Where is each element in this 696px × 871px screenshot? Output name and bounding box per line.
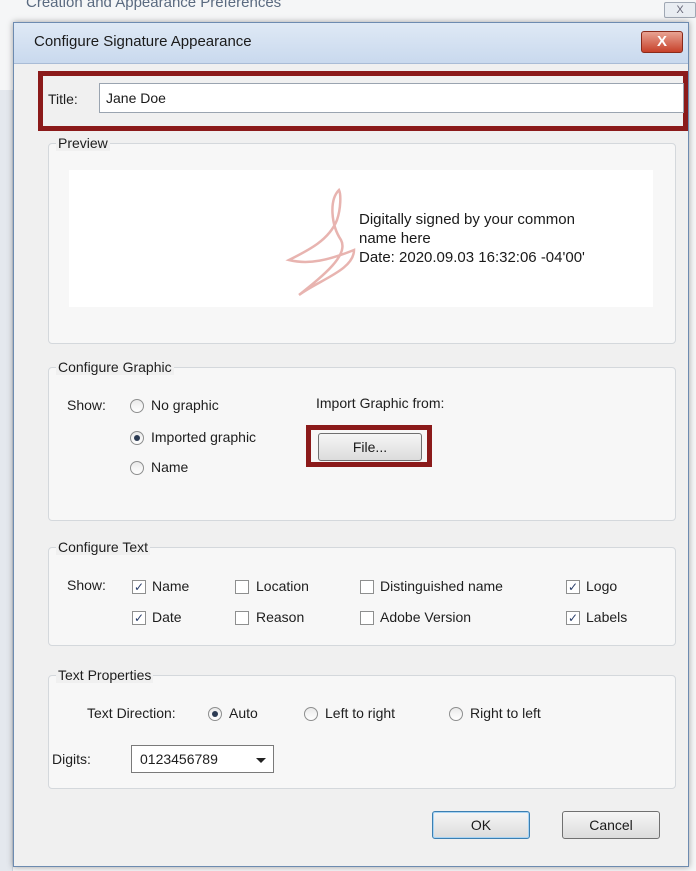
checkbox-location-label[interactable]: Location xyxy=(256,578,309,594)
cancel-button[interactable]: Cancel xyxy=(562,811,660,839)
radio-name-graphic[interactable] xyxy=(130,461,144,475)
radio-no-graphic-label[interactable]: No graphic xyxy=(151,397,219,413)
checkbox-distinguished-name-label[interactable]: Distinguished name xyxy=(380,578,503,594)
radio-name-graphic-label[interactable]: Name xyxy=(151,459,188,475)
preview-line-3: Date: 2020.09.03 16:32:06 -04'00' xyxy=(359,249,585,266)
background-sidebar xyxy=(0,90,13,871)
preview-line-2: name here xyxy=(359,230,431,247)
acrobat-logo-icon xyxy=(285,187,356,297)
close-button[interactable]: X xyxy=(641,31,683,53)
checkbox-labels-label[interactable]: Labels xyxy=(586,609,627,625)
import-graphic-label: Import Graphic from: xyxy=(316,395,445,411)
preview-legend: Preview xyxy=(56,135,110,151)
chevron-down-icon[interactable] xyxy=(256,758,266,763)
checkbox-logo[interactable]: ✓ xyxy=(566,580,580,594)
configure-signature-dialog: Configure Signature Appearance X Title: … xyxy=(13,22,689,867)
radio-direction-ltr-label[interactable]: Left to right xyxy=(325,705,395,721)
digits-select-value: 0123456789 xyxy=(140,751,218,767)
text-direction-label: Text Direction: xyxy=(87,705,176,721)
ok-button[interactable]: OK xyxy=(432,811,530,839)
radio-imported-graphic-label[interactable]: Imported graphic xyxy=(151,429,256,445)
checkbox-date[interactable]: ✓ xyxy=(132,611,146,625)
checkbox-date-label[interactable]: Date xyxy=(152,609,182,625)
checkbox-adobe-version[interactable] xyxy=(360,611,374,625)
digits-select[interactable]: 0123456789 xyxy=(131,745,274,773)
preview-text: Digitally signed by your common name her… xyxy=(359,210,649,267)
checkbox-adobe-version-label[interactable]: Adobe Version xyxy=(380,609,471,625)
radio-direction-ltr[interactable] xyxy=(304,707,318,721)
dialog-title: Configure Signature Appearance xyxy=(34,33,252,50)
checkbox-reason-label[interactable]: Reason xyxy=(256,609,304,625)
close-icon: X xyxy=(656,33,667,50)
text-show-label: Show: xyxy=(67,577,106,593)
radio-no-graphic[interactable] xyxy=(130,399,144,413)
digits-label: Digits: xyxy=(52,751,91,767)
dialog-titlebar[interactable]: Configure Signature Appearance X xyxy=(14,23,688,64)
title-label: Title: xyxy=(48,91,78,107)
graphic-show-label: Show: xyxy=(67,397,106,413)
configure-text-legend: Configure Text xyxy=(56,539,151,555)
checkbox-reason[interactable] xyxy=(235,611,249,625)
configure-graphic-legend: Configure Graphic xyxy=(56,359,174,375)
configure-text-group xyxy=(48,547,676,646)
signature-preview: Digitally signed by your common name her… xyxy=(69,170,653,307)
background-window-title: Creation and Appearance Preferences xyxy=(26,0,282,11)
radio-direction-rtl[interactable] xyxy=(449,707,463,721)
checkbox-location[interactable] xyxy=(235,580,249,594)
preview-line-1: Digitally signed by your common xyxy=(359,211,575,228)
radio-direction-rtl-label[interactable]: Right to left xyxy=(470,705,541,721)
title-input[interactable] xyxy=(99,83,684,113)
checkbox-logo-label[interactable]: Logo xyxy=(586,578,617,594)
radio-imported-graphic[interactable] xyxy=(130,431,144,445)
file-button[interactable]: File... xyxy=(318,433,422,461)
background-close-button[interactable]: X xyxy=(664,2,696,18)
checkbox-name[interactable]: ✓ xyxy=(132,580,146,594)
checkbox-distinguished-name[interactable] xyxy=(360,580,374,594)
text-properties-legend: Text Properties xyxy=(56,667,154,683)
radio-direction-auto[interactable] xyxy=(208,707,222,721)
checkbox-labels[interactable]: ✓ xyxy=(566,611,580,625)
radio-direction-auto-label[interactable]: Auto xyxy=(229,705,258,721)
checkbox-name-label[interactable]: Name xyxy=(152,578,189,594)
